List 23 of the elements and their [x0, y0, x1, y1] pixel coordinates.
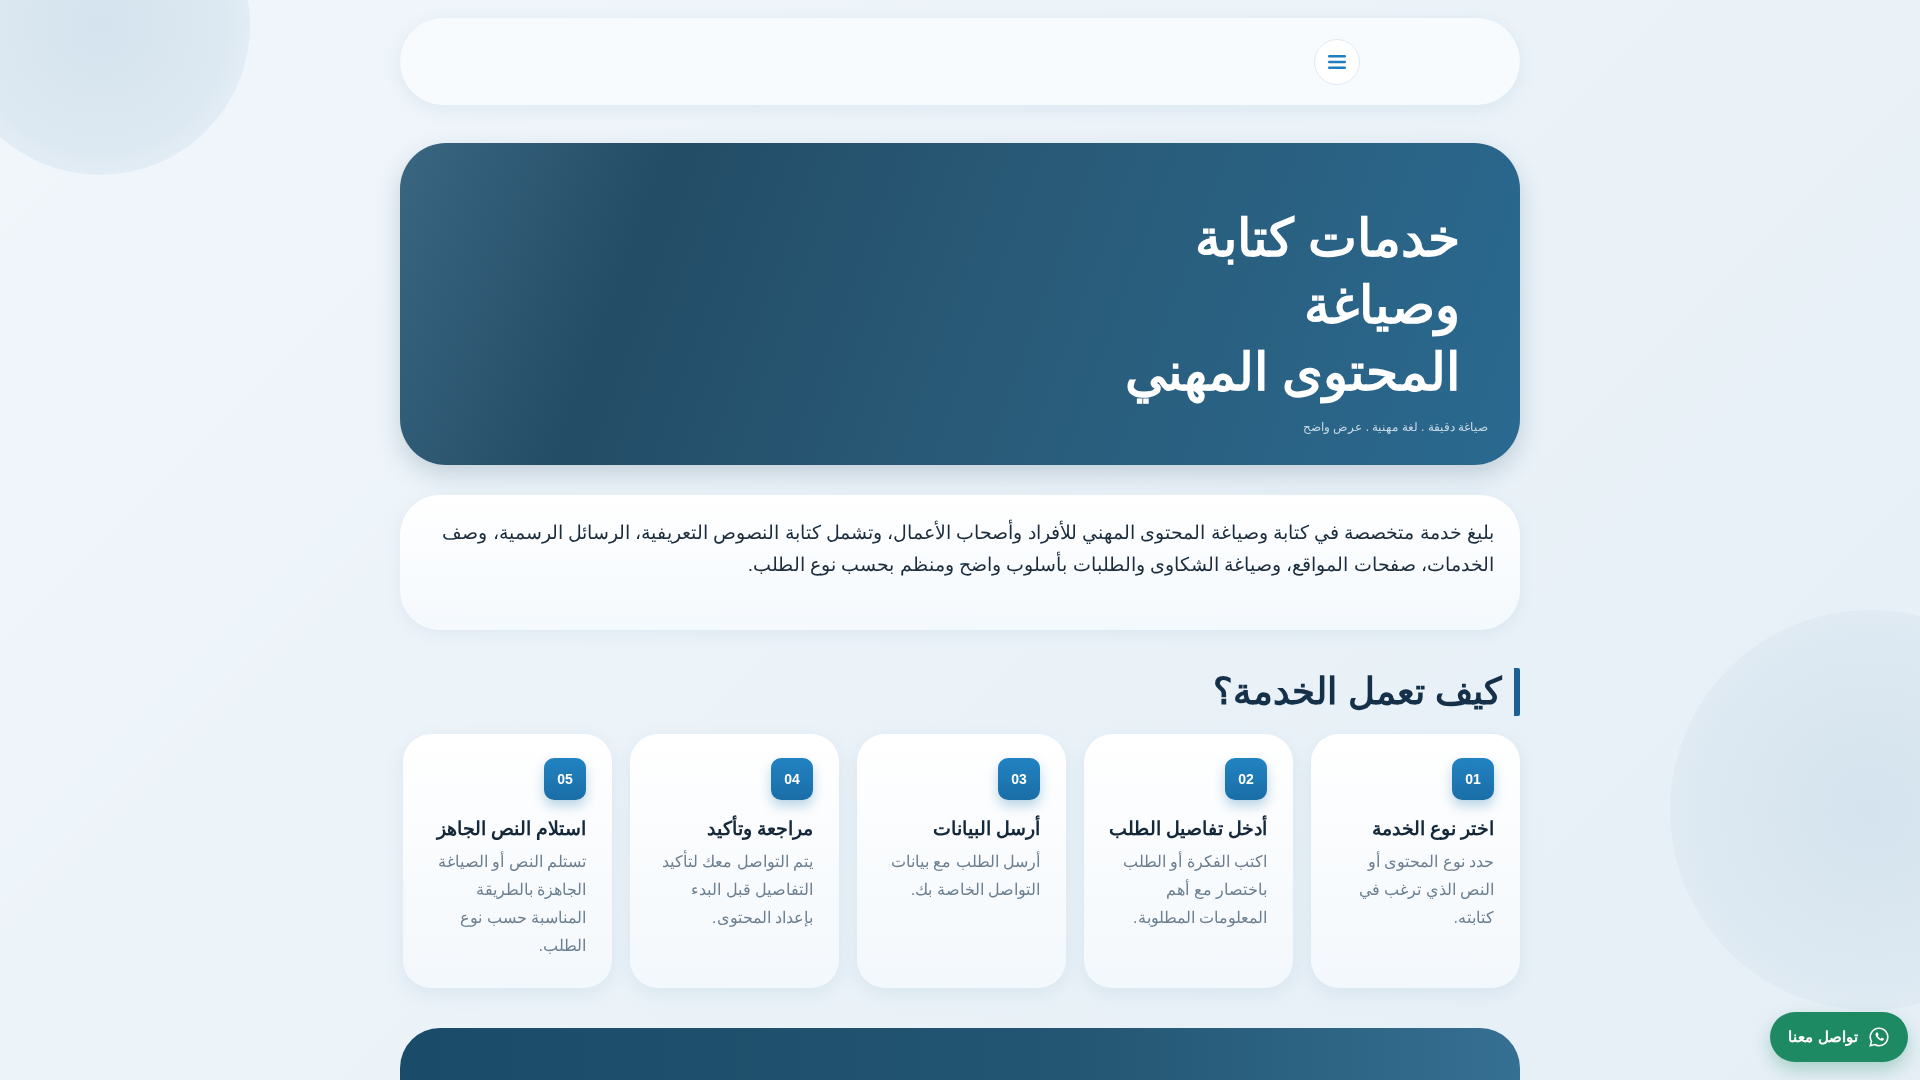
step-description: أرسل الطلب مع بيانات التواصل الخاصة بك.: [889, 850, 1040, 901]
menu-button[interactable]: [1314, 38, 1360, 85]
step-description: يتم التواصل معك لتأكيد التفاصيل قبل البدء بإعداد المحتوى.: [650, 848, 813, 932]
step-title: مراجعة وتأكيد: [650, 814, 813, 844]
menu-icon: [1328, 54, 1346, 69]
step-title: أدخل تفاصيل الطلب: [1104, 814, 1267, 844]
step-description: تستلم النص أو الصياغة الجاهزة بالطريقة المناسبة حسب نوع الطلب.: [436, 850, 586, 956]
step-title: اختر نوع الخدمة: [1370, 817, 1494, 842]
step-description: حدد نوع المحتوى أو النص الذي ترغب في كتابته.: [1357, 850, 1494, 928]
step-number-badge: 03: [998, 758, 1040, 800]
step-number-badge: 01: [1452, 758, 1494, 800]
step-description: اكتب الفكرة أو الطلب باختصار مع أهم المعلومات المطلوبة.: [1121, 850, 1267, 929]
step-number-badge: 02: [1225, 758, 1267, 800]
step-number-badge: 04: [771, 758, 813, 800]
contact-button[interactable]: تواصل معنا: [1770, 1012, 1908, 1062]
whatsapp-icon: [1867, 1026, 1890, 1048]
hero-title: خدمات كتابة وصياغة المحتوى المهني: [1124, 205, 1460, 406]
step-title: استلام النص الجاهز: [435, 817, 586, 842]
section-heading: كيف تعمل الخدمة؟: [1213, 668, 1520, 716]
intro-paragraph: بليغ خدمة متخصصة في كتابة وصياغة المحتوى المهني للأفراد وأصحاب الأعمال، وتشمل كتابة النصوص التعريفية، الرسائل الرسمية، وصف الخدمات، صفحات المواقع، وصياغة الشكاوى والطلبات بأسلوب واضح ومنظم بحسب نوع الطلب.: [430, 517, 1494, 581]
step-number-badge: 05: [544, 758, 586, 800]
hero-tagline: صياغة دقيقة . لغة مهنية . عرض واضح: [1303, 420, 1488, 434]
step-title: أرسل البيانات: [877, 814, 1040, 844]
